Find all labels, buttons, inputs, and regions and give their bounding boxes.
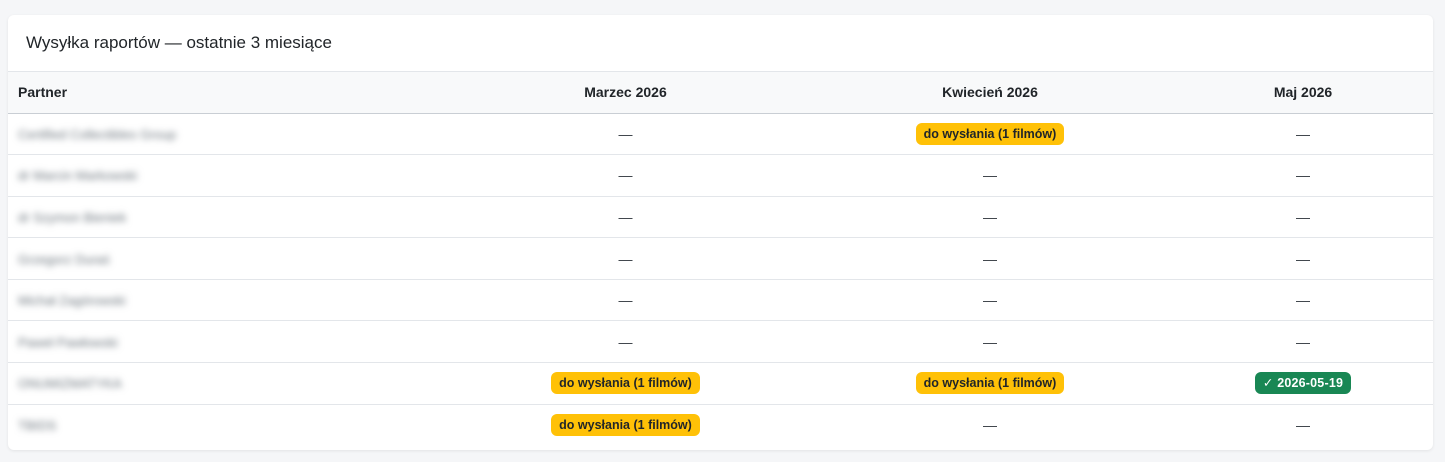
month-cell: — [1173, 196, 1433, 239]
empty-dash: — [983, 167, 997, 184]
empty-dash: — [1296, 125, 1310, 142]
status-badge-pending: do wysłania (1 filmów) [915, 372, 1065, 395]
empty-dash: — [983, 417, 997, 434]
month-cell: — [1173, 320, 1433, 364]
empty-dash: — [1296, 333, 1310, 350]
status-badge-pending: do wysłania (1 filmów) [551, 372, 700, 395]
month-cell: — [1173, 113, 1433, 156]
partner-name: Paweł Pawłowski [18, 334, 118, 350]
report-table: Partner Marzec 2026 Kwiecień 2026 Maj 20… [8, 72, 1433, 446]
partner-cell: Michał Zagórowski [8, 279, 444, 322]
partner-name: dr Szymon Bieniek [18, 209, 127, 225]
partner-cell: Grzegorz Duraś [8, 237, 444, 280]
month-cell: — [444, 279, 807, 322]
empty-dash: — [1296, 250, 1310, 267]
month-cell: — [807, 404, 1173, 446]
partner-name: ONUMIZMATYKA [18, 376, 122, 392]
header-month-2: Kwiecień 2026 [807, 72, 1173, 114]
table-row: TBIDS do wysłania (1 filmów) — — [8, 404, 1433, 446]
table-row: dr Szymon Bieniek — — — [8, 196, 1433, 239]
month-cell: — [807, 154, 1173, 197]
report-shipping-card: Wysyłka raportów — ostatnie 3 miesiące P… [8, 15, 1433, 450]
table-header-row: Partner Marzec 2026 Kwiecień 2026 Maj 20… [8, 72, 1433, 114]
empty-dash: — [618, 250, 633, 267]
empty-dash: — [618, 292, 633, 309]
table-row: Michał Zagórowski — — — [8, 279, 1433, 322]
month-cell: — [807, 279, 1173, 322]
partner-name: dr Marcin Markowski [18, 168, 138, 184]
table-row: ONUMIZMATYKA do wysłania (1 filmów) do wys… [8, 362, 1433, 405]
month-cell: do wysłania (1 filmów) [444, 362, 807, 405]
month-cell: — [807, 237, 1173, 280]
empty-dash: — [618, 167, 633, 184]
partner-cell: TBIDS [8, 404, 444, 446]
table-row: Certified Collectibles Group — do wysłania… [8, 113, 1433, 156]
status-badge-pending: do wysłania (1 filmów) [915, 122, 1065, 145]
partner-cell: Certified Collectibles Group [8, 113, 444, 156]
month-cell: — [807, 196, 1173, 239]
empty-dash: — [1296, 208, 1310, 225]
table-row: Paweł Pawłowski — — — [8, 320, 1433, 364]
partner-cell: Paweł Pawłowski [8, 320, 444, 364]
empty-dash: — [983, 250, 997, 267]
status-badge-sent: ✓ 2026-05-19 [1254, 372, 1352, 395]
month-cell: — [1173, 237, 1433, 280]
month-cell: — [444, 196, 807, 239]
partner-name: TBIDS [18, 418, 57, 434]
month-cell: — [1173, 279, 1433, 322]
partner-cell: ONUMIZMATYKA [8, 362, 444, 405]
month-cell: do wysłania (1 filmów) [807, 113, 1173, 156]
month-cell: — [1173, 404, 1433, 446]
table-row: dr Marcin Markowski — — — [8, 154, 1433, 197]
month-cell: — [444, 237, 807, 280]
empty-dash: — [618, 333, 633, 350]
partner-name: Michał Zagórowski [18, 293, 126, 309]
header-partner: Partner [8, 72, 444, 114]
empty-dash: — [1296, 417, 1310, 434]
partner-name: Certified Collectibles Group [18, 126, 177, 142]
empty-dash: — [618, 125, 633, 142]
card-title: Wysyłka raportów — ostatnie 3 miesiące [8, 15, 1433, 72]
month-cell: do wysłania (1 filmów) [444, 404, 807, 446]
empty-dash: — [618, 208, 633, 225]
empty-dash: — [983, 292, 997, 309]
partner-cell: dr Marcin Markowski [8, 154, 444, 197]
month-cell: — [807, 320, 1173, 364]
month-cell: — [444, 154, 807, 197]
table-row: Grzegorz Duraś — — — [8, 237, 1433, 280]
empty-dash: — [1296, 292, 1310, 309]
empty-dash: — [983, 208, 997, 225]
month-cell: do wysłania (1 filmów) [807, 362, 1173, 405]
header-month-3: Maj 2026 [1173, 72, 1433, 114]
partner-name: Grzegorz Duraś [18, 251, 110, 267]
empty-dash: — [1296, 167, 1310, 184]
header-month-1: Marzec 2026 [444, 72, 807, 114]
month-cell: ✓ 2026-05-19 [1173, 362, 1433, 405]
month-cell: — [444, 320, 807, 364]
month-cell: — [1173, 154, 1433, 197]
month-cell: — [444, 113, 807, 156]
empty-dash: — [983, 333, 997, 350]
status-badge-pending: do wysłania (1 filmów) [551, 414, 700, 437]
partner-cell: dr Szymon Bieniek [8, 196, 444, 239]
